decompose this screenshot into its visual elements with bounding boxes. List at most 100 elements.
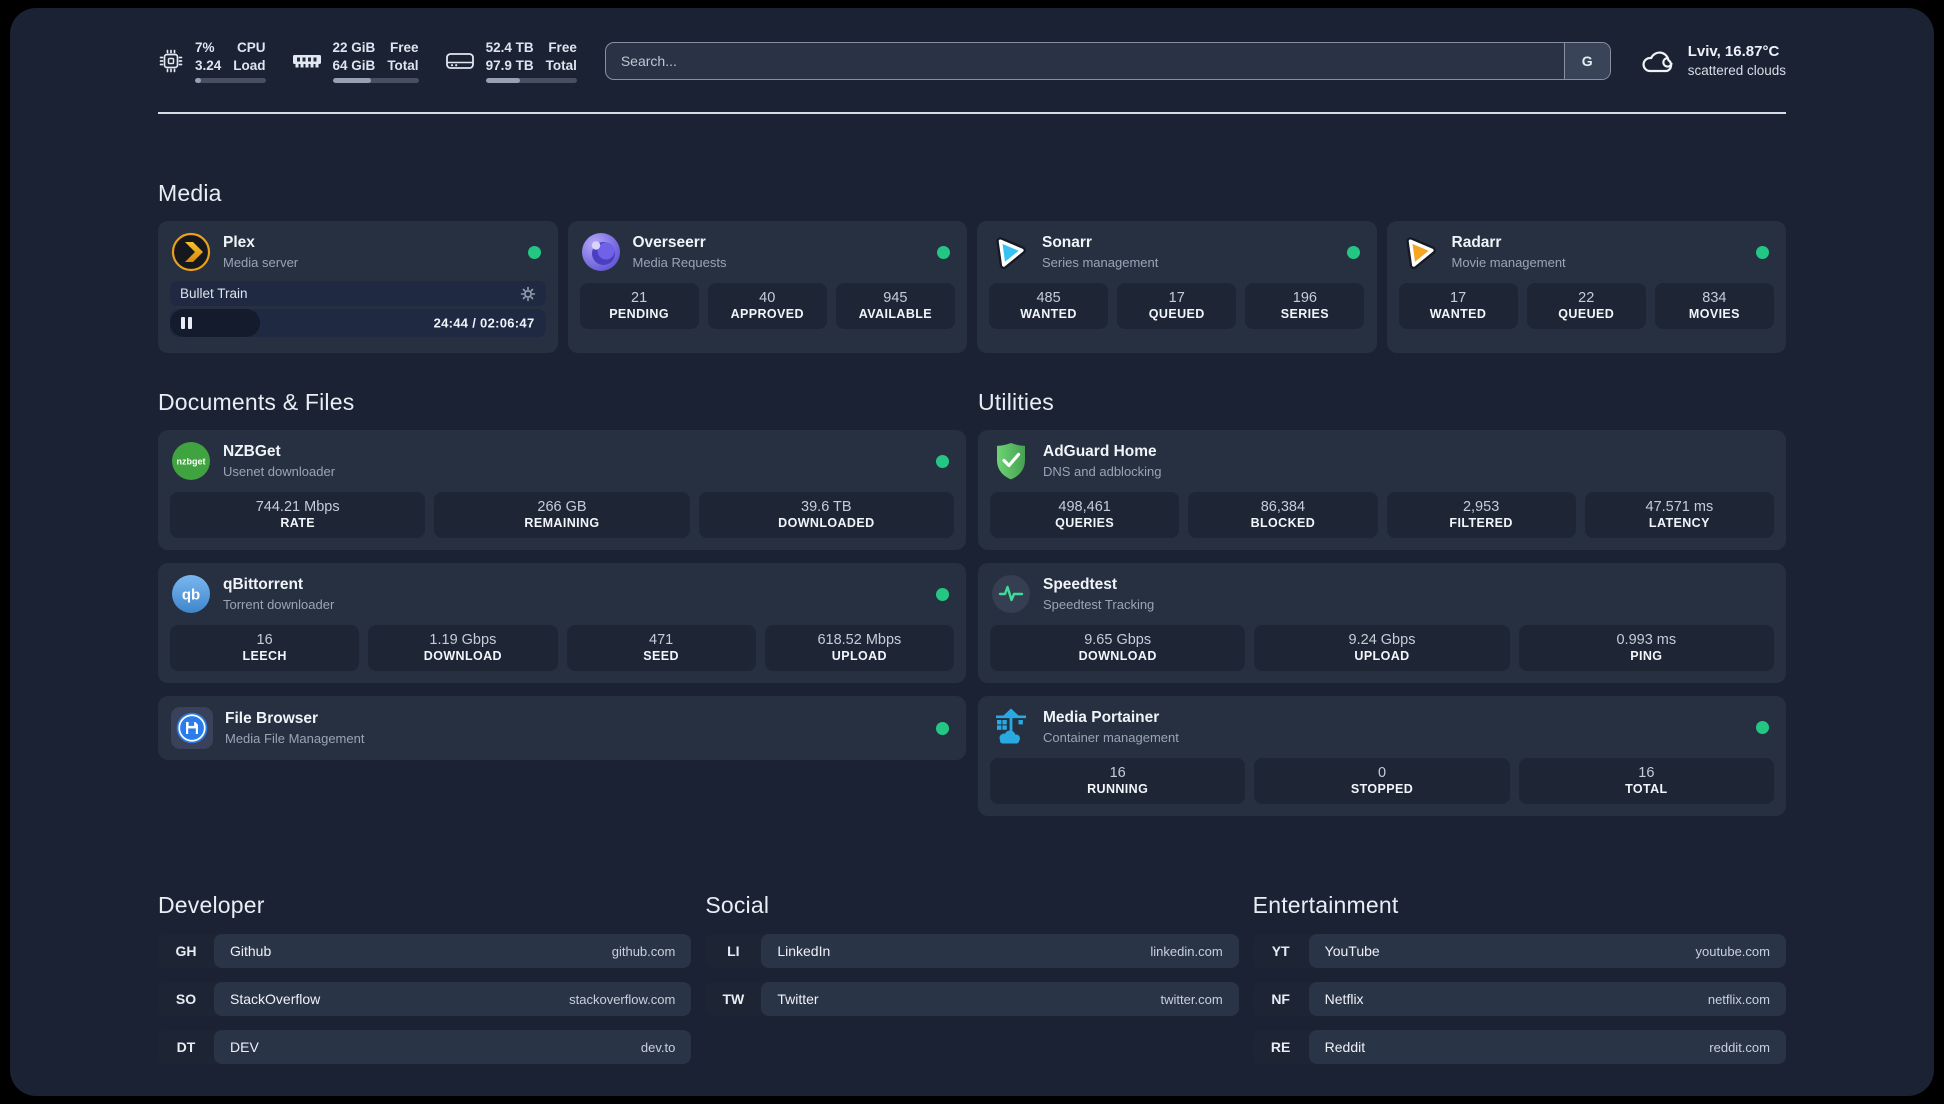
link-name: Github bbox=[230, 943, 272, 959]
stat-tile: 17 WANTED bbox=[1398, 283, 1518, 329]
section-title-developer: Developer bbox=[158, 892, 265, 918]
app-subtitle: Speedtest Tracking bbox=[1043, 596, 1155, 612]
status-dot bbox=[527, 245, 541, 259]
stat-tile: 16 TOTAL bbox=[1518, 758, 1774, 804]
section-entertainment: Entertainment YT YouTube youtube.com NF … bbox=[1252, 892, 1786, 1064]
app-name: NZBGet bbox=[223, 443, 281, 461]
link-dev-to[interactable]: DT DEV dev.to bbox=[158, 1030, 692, 1064]
app-card-plex[interactable]: Plex Media server Bullet Train 24:44 / 0… bbox=[158, 221, 558, 353]
link-url: stackoverflow.com bbox=[569, 991, 676, 1007]
status-dot bbox=[936, 721, 949, 735]
link-reddit[interactable]: RE Reddit reddit.com bbox=[1252, 1030, 1786, 1064]
memory-total-label: Total bbox=[387, 57, 419, 73]
app-subtitle: Series management bbox=[1042, 254, 1159, 270]
link-abbr: GH bbox=[175, 943, 197, 959]
app-name: Overseerr bbox=[632, 234, 706, 252]
cpu-usage-label: CPU bbox=[237, 39, 266, 55]
pause-icon[interactable] bbox=[181, 317, 192, 329]
disk-free-label: Free bbox=[548, 39, 577, 55]
stat-tile: 9.24 Gbps UPLOAD bbox=[1254, 625, 1510, 671]
app-name: AdGuard Home bbox=[1043, 443, 1157, 461]
filebrowser-icon bbox=[171, 707, 213, 749]
cpu-stat: 7% 3.24 CPU Load bbox=[158, 39, 266, 84]
stat-tile: 485 WANTED bbox=[989, 283, 1109, 329]
stat-tile: 16 RUNNING bbox=[990, 758, 1246, 804]
disk-total-value: 97.9 TB bbox=[485, 57, 534, 73]
stat-tile: 0.993 ms PING bbox=[1518, 625, 1774, 671]
link-name: YouTube bbox=[1324, 943, 1380, 959]
app-card-filebrowser[interactable]: File Browser Media File Management bbox=[158, 696, 966, 760]
section-title-entertainment: Entertainment bbox=[1252, 892, 1399, 918]
header-divider bbox=[158, 112, 1786, 114]
section-developer: Developer GH Github github.com SO StackO… bbox=[158, 892, 692, 1064]
stat-tile: 22 QUEUED bbox=[1526, 283, 1646, 329]
link-abbr: DT bbox=[176, 1039, 196, 1055]
app-card-radarr[interactable]: Radarr Movie management 17 WANTED 22 QUE… bbox=[1386, 221, 1786, 353]
app-subtitle: Container management bbox=[1043, 729, 1179, 745]
app-card-portainer[interactable]: Media Portainer Container management 16 … bbox=[978, 696, 1786, 816]
stat-tile: 744.21 Mbps RATE bbox=[170, 492, 426, 538]
app-card-speedtest[interactable]: Speedtest Speedtest Tracking 9.65 Gbps D… bbox=[978, 563, 1786, 683]
link-url: reddit.com bbox=[1709, 1039, 1770, 1055]
system-stats: 7% 3.24 CPU Load 22 GiB 64 GiB Free Tota… bbox=[158, 39, 577, 84]
search-bar: G bbox=[604, 42, 1611, 80]
adguard-icon bbox=[991, 441, 1031, 481]
overseerr-icon bbox=[581, 232, 621, 272]
app-card-qbittorrent[interactable]: qb qBittorrent Torrent downloader 16 LEE… bbox=[158, 563, 966, 683]
status-dot bbox=[937, 245, 950, 259]
app-card-sonarr[interactable]: Sonarr Series management 485 WANTED 17 Q… bbox=[977, 221, 1377, 353]
link-name: LinkedIn bbox=[777, 943, 831, 959]
memory-free-label: Free bbox=[390, 39, 419, 55]
status-dot bbox=[1756, 245, 1769, 259]
app-name: File Browser bbox=[225, 710, 319, 728]
memory-total-value: 64 GiB bbox=[332, 57, 376, 73]
section-utilities: Utilities AdGuard Home DNS and adblockin… bbox=[978, 389, 1786, 816]
link-abbr: RE bbox=[1270, 1039, 1291, 1055]
stat-tile: 196 SERIES bbox=[1245, 283, 1365, 329]
stat-tile: 834 MOVIES bbox=[1654, 283, 1774, 329]
memory-progress-bar bbox=[332, 78, 419, 84]
link-linkedin[interactable]: LI LinkedIn linkedin.com bbox=[705, 934, 1239, 968]
plex-icon bbox=[171, 232, 211, 272]
playback-progress-bar[interactable]: 24:44 / 02:06:47 bbox=[170, 309, 546, 337]
app-subtitle: Usenet downloader bbox=[223, 463, 336, 479]
section-title-social: Social bbox=[705, 892, 770, 918]
app-name: Media Portainer bbox=[1043, 709, 1160, 727]
app-name: qBittorrent bbox=[223, 576, 304, 594]
section-documents: Documents & Files nzbget NZBGet Usenet d… bbox=[158, 389, 966, 816]
link-github[interactable]: GH Github github.com bbox=[158, 934, 692, 968]
app-card-overseerr[interactable]: Overseerr Media Requests 21 PENDING 40 A… bbox=[567, 221, 967, 353]
cpu-progress-bar bbox=[195, 78, 266, 84]
stat-tile: 2,953 FILTERED bbox=[1386, 492, 1576, 538]
gear-icon[interactable] bbox=[520, 286, 536, 302]
portainer-icon bbox=[991, 707, 1031, 747]
status-dot bbox=[1756, 720, 1769, 734]
section-title-documents: Documents & Files bbox=[158, 389, 355, 415]
weather-description: scattered clouds bbox=[1687, 62, 1786, 78]
search-engine-button[interactable]: G bbox=[1563, 43, 1610, 79]
link-url: github.com bbox=[611, 943, 676, 959]
link-abbr: YT bbox=[1271, 943, 1290, 959]
link-url: netflix.com bbox=[1707, 991, 1770, 1007]
link-youtube[interactable]: YT YouTube youtube.com bbox=[1252, 934, 1786, 968]
link-netflix[interactable]: NF Netflix netflix.com bbox=[1252, 982, 1786, 1016]
section-social: Social LI LinkedIn linkedin.com TW Twitt… bbox=[705, 892, 1239, 1064]
cloud-icon bbox=[1639, 46, 1675, 76]
link-abbr: SO bbox=[175, 991, 197, 1007]
search-input[interactable] bbox=[605, 43, 1564, 79]
cpu-usage-value: 7% bbox=[195, 39, 215, 55]
stat-tile: 47.571 ms LATENCY bbox=[1584, 492, 1774, 538]
link-twitter[interactable]: TW Twitter twitter.com bbox=[705, 982, 1239, 1016]
app-name: Radarr bbox=[1451, 234, 1502, 252]
link-stackoverflow[interactable]: SO StackOverflow stackoverflow.com bbox=[158, 982, 692, 1016]
app-name: Sonarr bbox=[1042, 234, 1092, 252]
app-card-nzbget[interactable]: nzbget NZBGet Usenet downloader 744.21 M… bbox=[158, 430, 966, 550]
dashboard-window: 7% 3.24 CPU Load 22 GiB 64 GiB Free Tota… bbox=[10, 8, 1934, 1096]
speedtest-icon bbox=[991, 574, 1031, 614]
status-dot bbox=[1346, 245, 1360, 259]
app-card-adguard[interactable]: AdGuard Home DNS and adblocking 498,461 … bbox=[978, 430, 1786, 550]
cpu-icon bbox=[158, 48, 184, 74]
svg-text:qb: qb bbox=[182, 587, 200, 604]
top-bar: 7% 3.24 CPU Load 22 GiB 64 GiB Free Tota… bbox=[158, 39, 1786, 84]
link-name: DEV bbox=[230, 1039, 259, 1055]
